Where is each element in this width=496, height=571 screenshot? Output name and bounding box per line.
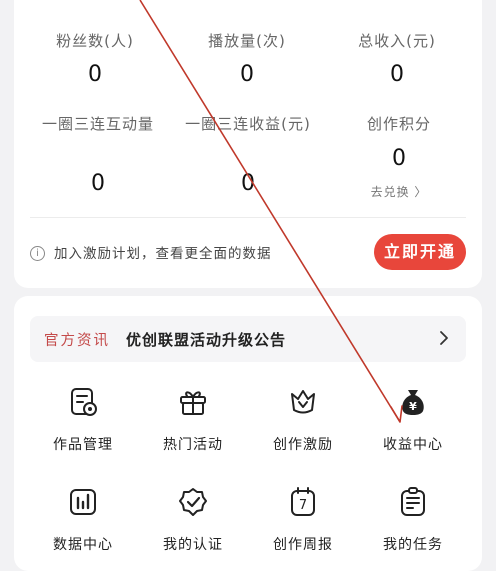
task-list-icon [401, 487, 425, 516]
triple-income-value: 0 [241, 171, 255, 196]
stats-card: 粉丝数(人) 0 播放量(次) 0 总收入(元) 0 一圈三连互动量 0 一圈三… [14, 0, 482, 288]
my-tasks-label: 我的任务 [383, 537, 443, 553]
weekly-report-label: 创作周报 [273, 537, 333, 553]
works-management-label: 作品管理 [53, 437, 113, 453]
triple-income-label: 一圈三连收益(元) [185, 115, 311, 133]
works-management-icon [71, 388, 97, 416]
incentive-hint: 加入激励计划，查看更全面的数据 [54, 246, 272, 262]
creation-points-value: 0 [392, 146, 406, 171]
official-news-bar[interactable]: 官方资讯 优创联盟活动升级公告 [30, 316, 466, 362]
income-center-button[interactable]: ¥ 收益中心 [358, 386, 468, 466]
creation-incentive-button[interactable]: 创作激励 [248, 386, 358, 466]
official-news-title: 优创联盟活动升级公告 [126, 331, 287, 349]
income-center-label: 收益中心 [383, 437, 443, 453]
data-center-label: 数据中心 [53, 537, 113, 553]
plays-label: 播放量(次) [208, 32, 286, 50]
income-value: 0 [390, 62, 404, 87]
crown-icon [291, 390, 315, 414]
creation-points-label: 创作积分 [366, 115, 432, 133]
fans-value: 0 [88, 62, 102, 87]
my-tasks-button[interactable]: 我的任务 [358, 486, 468, 566]
my-certification-button[interactable]: 我的认证 [138, 486, 248, 566]
verified-badge-icon [179, 488, 207, 516]
join-now-button[interactable]: 立即开通 [374, 234, 466, 270]
functions-card: 官方资讯 优创联盟活动升级公告 作品管理 热门活动 创作激励 ¥ 收益中心 数据… [14, 296, 482, 571]
chevron-right-icon [440, 331, 448, 345]
chart-icon [70, 489, 96, 515]
official-news-tag: 官方资讯 [44, 333, 110, 349]
money-bag-icon: ¥ [402, 390, 424, 415]
data-center-button[interactable]: 数据中心 [28, 486, 138, 566]
fans-label: 粉丝数(人) [56, 32, 134, 50]
gift-icon [180, 391, 206, 415]
svg-text:¥: ¥ [409, 400, 417, 413]
divider [30, 217, 466, 218]
my-certification-label: 我的认证 [163, 537, 223, 553]
works-management-button[interactable]: 作品管理 [28, 386, 138, 466]
hot-activities-label: 热门活动 [163, 437, 223, 453]
plays-value: 0 [240, 62, 254, 87]
redeem-link[interactable]: 去兑换 〉 [371, 183, 428, 200]
info-icon: i [30, 246, 45, 261]
income-label: 总收入(元) [358, 32, 436, 50]
svg-text:7: 7 [299, 498, 307, 513]
calendar-icon: 7 [291, 487, 315, 516]
weekly-report-button[interactable]: 7 创作周报 [248, 486, 358, 566]
triple-interactions-value: 0 [91, 171, 105, 196]
creation-incentive-label: 创作激励 [273, 437, 333, 453]
triple-interactions-label: 一圈三连互动量 [41, 115, 155, 133]
hot-activities-button[interactable]: 热门活动 [138, 386, 248, 466]
